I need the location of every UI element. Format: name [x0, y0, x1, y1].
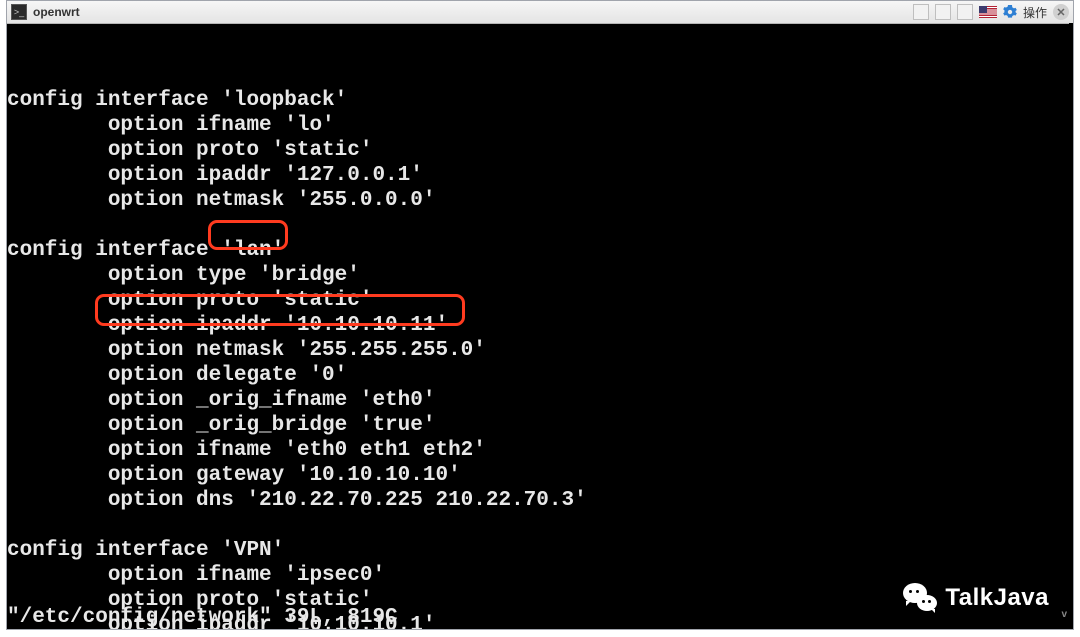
- terminal-line: [7, 38, 587, 63]
- terminal-line: option ifname 'eth0 eth1 eth2': [7, 438, 587, 463]
- titlebar-button-1[interactable]: [913, 4, 929, 20]
- titlebar-button-3[interactable]: [957, 4, 973, 20]
- terminal-line: option proto 'static': [7, 288, 587, 313]
- terminal-line: option proto 'static': [7, 138, 587, 163]
- terminal-line: config interface 'VPN': [7, 538, 587, 563]
- terminal[interactable]: config interface 'loopback' option ifnam…: [7, 24, 1073, 629]
- terminal-line: option netmask '255.0.0.0': [7, 188, 587, 213]
- app-window: >_ openwrt 操作 ✕ config interface 'loopba…: [6, 0, 1074, 630]
- wechat-icon: [903, 583, 937, 611]
- terminal-line: option ipaddr '10.10.10.11': [7, 313, 587, 338]
- corner-mark: v: [1061, 602, 1067, 627]
- terminal-line: option ifname 'ipsec0': [7, 563, 587, 588]
- gear-icon[interactable]: [1003, 5, 1017, 19]
- terminal-line: [7, 213, 587, 238]
- terminal-line: option dns '210.22.70.225 210.22.70.3': [7, 488, 587, 513]
- terminal-line: option ifname 'lo': [7, 113, 587, 138]
- watermark-text: TalkJava: [945, 585, 1049, 610]
- titlebar-button-2[interactable]: [935, 4, 951, 20]
- terminal-line: option ipaddr '127.0.0.1': [7, 163, 587, 188]
- terminal-line: config interface 'loopback': [7, 88, 587, 113]
- terminal-line: [7, 63, 587, 88]
- titlebar-left: >_ openwrt: [11, 4, 913, 20]
- app-icon: >_: [11, 4, 27, 20]
- scrollbar[interactable]: [1069, 23, 1073, 629]
- terminal-content: config interface 'loopback' option ifnam…: [7, 38, 587, 629]
- flag-us-icon[interactable]: [979, 6, 997, 18]
- status-line: "/etc/config/network" 39L, 819C: [7, 605, 398, 629]
- terminal-line: config interface 'lan': [7, 238, 587, 263]
- terminal-line: option type 'bridge': [7, 263, 587, 288]
- titlebar[interactable]: >_ openwrt 操作 ✕: [7, 1, 1073, 24]
- terminal-line: option gateway '10.10.10.10': [7, 463, 587, 488]
- watermark: TalkJava: [903, 583, 1049, 611]
- terminal-line: option delegate '0': [7, 363, 587, 388]
- action-label[interactable]: 操作: [1023, 4, 1047, 21]
- app-title: openwrt: [33, 5, 80, 19]
- titlebar-right: 操作 ✕: [913, 4, 1069, 21]
- terminal-line: option _orig_ifname 'eth0': [7, 388, 587, 413]
- terminal-line: option netmask '255.255.255.0': [7, 338, 587, 363]
- close-icon[interactable]: ✕: [1053, 4, 1069, 20]
- terminal-line: option _orig_bridge 'true': [7, 413, 587, 438]
- terminal-line: [7, 513, 587, 538]
